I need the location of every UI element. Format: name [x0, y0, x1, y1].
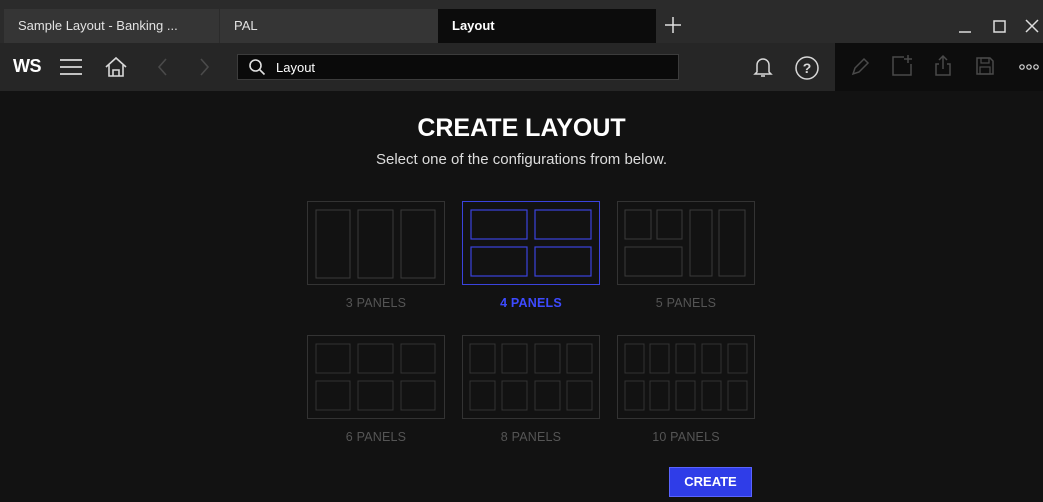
chevron-right-icon: [200, 58, 210, 76]
back-button[interactable]: [155, 56, 171, 83]
six-panels-icon: [315, 343, 436, 411]
five-panels-icon: [624, 209, 746, 277]
share-icon: [935, 54, 951, 76]
layout-option-8-panels[interactable]: [462, 335, 600, 419]
tab-bar: Sample Layout - Banking ... PAL Layout: [0, 0, 1043, 43]
layout-option-5-panels[interactable]: [617, 201, 755, 285]
pencil-icon: [851, 57, 870, 76]
close-icon: [1025, 19, 1039, 33]
layout-option-label: 3 PANELS: [345, 296, 407, 310]
save-button[interactable]: [974, 55, 996, 82]
home-icon: [105, 56, 127, 77]
layout-option-3-panels[interactable]: [307, 201, 445, 285]
toolbar-action-group: [835, 43, 1043, 91]
create-layout-panel: CREATE LAYOUT Select one of the configur…: [0, 91, 1043, 502]
forward-button[interactable]: [196, 56, 212, 83]
search-value: Layout: [276, 60, 316, 75]
svg-text:?: ?: [803, 60, 812, 76]
toolbar: WS Layout ?: [0, 43, 1043, 91]
minimize-button[interactable]: [956, 16, 976, 36]
search-input[interactable]: Layout: [237, 54, 679, 80]
help-icon: ?: [795, 56, 819, 80]
eight-panels-icon: [469, 343, 593, 411]
share-button[interactable]: [932, 54, 954, 83]
layout-option-4-panels[interactable]: [462, 201, 600, 285]
layout-option-label: 10 PANELS: [652, 430, 720, 444]
close-button[interactable]: [1023, 16, 1043, 36]
home-button[interactable]: [103, 55, 129, 84]
add-panel-button[interactable]: [890, 54, 914, 83]
layout-option-label: 5 PANELS: [655, 296, 717, 310]
three-panels-icon: [315, 209, 436, 279]
plus-icon: [665, 17, 681, 33]
page-subtitle: Select one of the configurations from be…: [375, 151, 667, 168]
tab-pal[interactable]: PAL: [220, 9, 438, 43]
search-icon: [249, 59, 266, 76]
more-options-button[interactable]: [1018, 60, 1040, 79]
layout-option-label: 8 PANELS: [500, 430, 562, 444]
ten-panels-icon: [624, 343, 748, 411]
create-button[interactable]: CREATE: [669, 467, 752, 497]
more-dots-icon: [1019, 64, 1039, 70]
layout-option-6-panels[interactable]: [307, 335, 445, 419]
new-tab-button[interactable]: [660, 12, 686, 38]
add-panel-icon: [892, 55, 912, 76]
app-window: Sample Layout - Banking ... PAL Layout W…: [0, 0, 1043, 502]
layout-option-10-panels[interactable]: [617, 335, 755, 419]
menu-button[interactable]: [58, 55, 84, 84]
maximize-icon: [993, 20, 1006, 33]
chevron-left-icon: [157, 58, 167, 76]
layout-option-label-selected: 4 PANELS: [500, 296, 562, 310]
layout-option-label: 6 PANELS: [345, 430, 407, 444]
four-panels-icon: [470, 209, 592, 277]
notifications-button[interactable]: [752, 55, 774, 84]
maximize-button[interactable]: [990, 16, 1010, 36]
search-icon-container: [248, 58, 266, 81]
hamburger-menu-icon: [60, 59, 82, 75]
minimize-icon: [959, 31, 971, 33]
tab-sample-layout-banking[interactable]: Sample Layout - Banking ...: [4, 9, 219, 43]
tab-layout[interactable]: Layout: [438, 9, 656, 43]
page-title: CREATE LAYOUT: [417, 114, 626, 142]
bell-icon: [753, 58, 773, 77]
save-icon: [976, 57, 994, 75]
help-button[interactable]: ?: [794, 55, 820, 86]
ws-logo[interactable]: WS: [13, 56, 42, 77]
edit-button[interactable]: [849, 56, 871, 83]
